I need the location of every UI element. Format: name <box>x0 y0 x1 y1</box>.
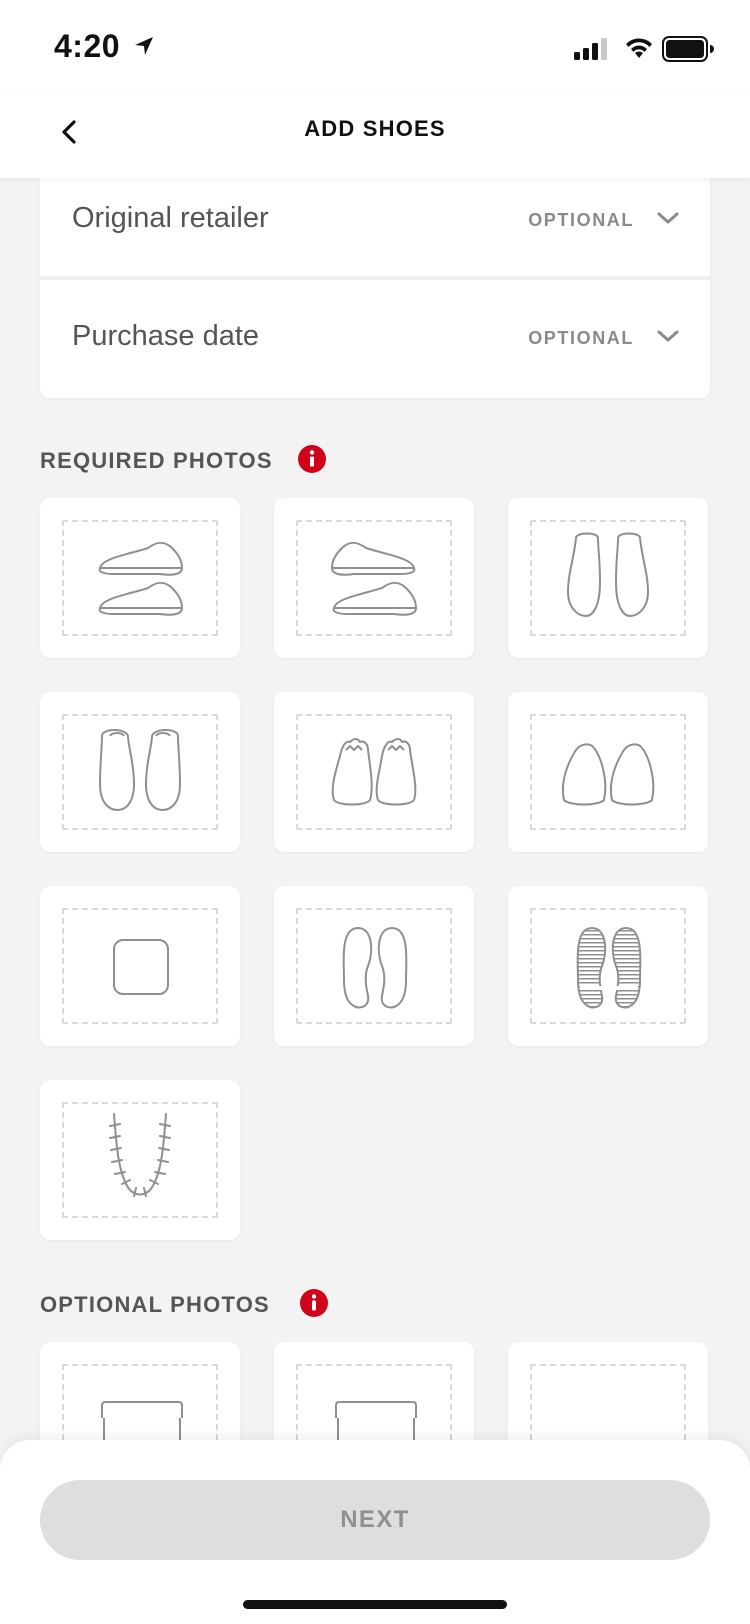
required-photos-heading: REQUIRED PHOTOS <box>40 448 273 473</box>
status-time: 4:20 <box>54 28 121 64</box>
shoe-toe-front-icon <box>331 738 417 806</box>
required-photo-slot-tag[interactable] <box>40 886 240 1046</box>
bottom-action-panel: NEXT <box>0 1440 750 1624</box>
page-title: ADD SHOES <box>304 116 446 141</box>
shoe-side-pair-alt-icon <box>331 541 417 616</box>
required-photo-slot-stitching[interactable] <box>40 1080 240 1240</box>
optional-tag: OPTIONAL <box>528 328 634 348</box>
info-icon[interactable] <box>300 1289 328 1317</box>
chevron-down-icon <box>657 330 679 342</box>
insole-pair-icon <box>342 926 408 1009</box>
chevron-down-icon <box>657 212 679 224</box>
shoe-heel-back-icon <box>562 743 655 806</box>
required-photo-slot-top-view-alt[interactable] <box>40 692 240 852</box>
info-icon[interactable] <box>298 445 326 473</box>
home-indicator <box>243 1600 507 1609</box>
shoe-side-pair-icon <box>98 541 183 616</box>
navigation-bar: ADD SHOES <box>0 92 750 178</box>
shoe-top-pair-alt-icon <box>98 729 182 812</box>
required-photo-slot-side-view-alt[interactable] <box>274 498 474 658</box>
original-retailer-dropdown[interactable]: Original retailer OPTIONAL <box>40 178 710 280</box>
required-photo-slot-insoles[interactable] <box>274 886 474 1046</box>
optional-photos-heading: OPTIONAL PHOTOS <box>40 1292 270 1317</box>
required-photo-slot-back-view[interactable] <box>508 692 708 852</box>
shoe-stitching-icon <box>109 1113 171 1197</box>
optional-tag: OPTIONAL <box>528 210 634 230</box>
shoe-details-card: Original retailer OPTIONAL Purchase date… <box>40 178 710 398</box>
battery-icon <box>662 36 714 62</box>
required-photo-slot-side-view[interactable] <box>40 498 240 658</box>
original-retailer-label: Original retailer <box>72 202 269 234</box>
outsole-pair-icon <box>576 926 642 1009</box>
cellular-signal-icon <box>574 38 607 60</box>
purchase-date-dropdown[interactable]: Purchase date OPTIONAL <box>40 284 710 398</box>
required-photo-slot-outsoles[interactable] <box>508 886 708 1046</box>
shoe-top-pair-icon <box>566 532 650 618</box>
wifi-icon <box>626 38 652 58</box>
location-arrow-icon <box>135 37 153 55</box>
shoe-tag-icon <box>113 939 169 995</box>
purchase-date-label: Purchase date <box>72 320 260 352</box>
required-photo-slot-top-view[interactable] <box>508 498 708 658</box>
next-button[interactable]: NEXT <box>40 1480 710 1560</box>
status-bar: 4:20 <box>0 0 750 92</box>
required-photo-slot-front-view[interactable] <box>274 692 474 852</box>
